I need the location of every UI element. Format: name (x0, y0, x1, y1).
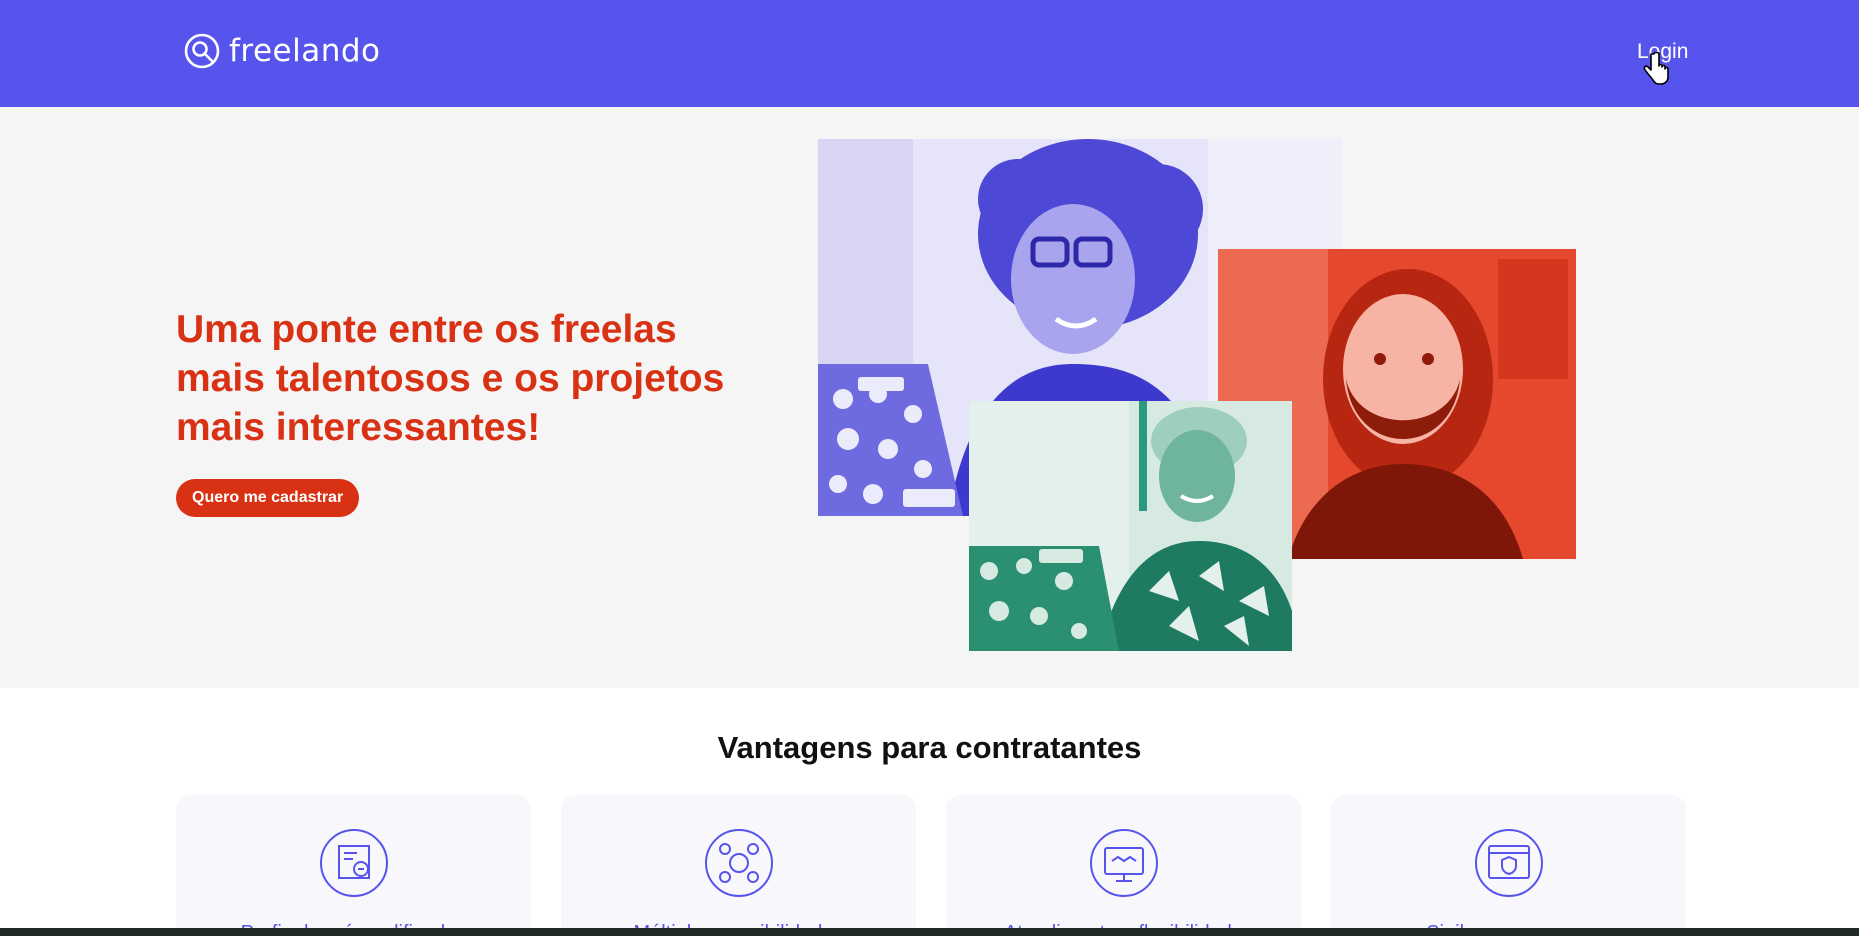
advantage-card: Perfis de pré-qualificados (176, 795, 531, 936)
handshake-monitor-icon (1090, 829, 1158, 897)
freelando-logo-icon (184, 33, 220, 69)
advantage-card: Sigilo e segurança (1331, 795, 1686, 936)
security-shield-window-icon (1475, 829, 1543, 897)
hand-cursor-icon (1643, 52, 1669, 85)
bottom-edge-strip (0, 928, 1859, 936)
hero-title: Uma ponte entre os freelas mais talentos… (176, 308, 725, 449)
smiling-woman-photo (969, 401, 1292, 651)
logo-text: freelando (229, 33, 381, 69)
advantages-title: Vantagens para contratantes (717, 730, 1142, 765)
advantage-card: Múltiplas possibilidades (561, 795, 916, 936)
signup-button[interactable]: Quero me cadastrar (176, 479, 360, 517)
top-navbar: freelando Login (0, 0, 1859, 107)
freelando-logo[interactable]: freelando (183, 32, 381, 70)
hero-section: Uma ponte entre os freelas mais talentos… (0, 107, 1859, 688)
certificate-icon (320, 829, 388, 897)
network-people-icon (705, 829, 773, 897)
advantage-card: Atendimento e flexibilidade (946, 795, 1301, 936)
